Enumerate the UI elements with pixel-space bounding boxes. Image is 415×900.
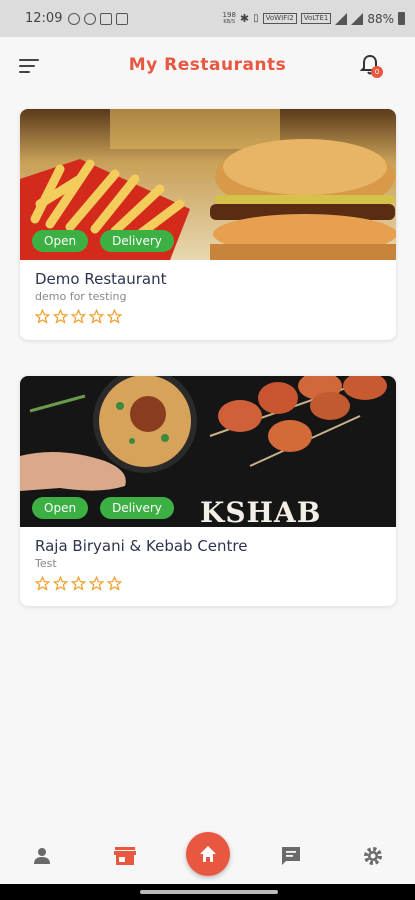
star-icon — [89, 576, 104, 591]
store-icon[interactable] — [113, 844, 137, 868]
star-icon — [53, 576, 68, 591]
notification-count-badge: 0 — [371, 66, 383, 78]
phone-icon — [84, 12, 97, 25]
chat-icon[interactable] — [279, 844, 303, 868]
laptop-icon — [100, 12, 113, 25]
open-badge: Open — [32, 497, 89, 519]
battery-level: 88% — [367, 11, 394, 26]
restaurant-card[interactable]: Open Delivery Demo Restaurant demo for t… — [20, 109, 396, 340]
star-icon — [89, 309, 104, 324]
status-bar: 12:09 198 KB/S ✱ ▯ VoWIFI2 VoLTE1 88% — [0, 0, 415, 37]
signal-icon — [335, 12, 348, 25]
rating-stars — [35, 576, 381, 591]
restaurant-image: KSHAB Open Delivery — [20, 376, 396, 527]
restaurant-name: Raja Biryani & Kebab Centre — [35, 537, 248, 555]
restaurant-description: demo for testing — [35, 290, 127, 303]
restaurant-card[interactable]: KSHAB Open Delivery Raja Biryani & Kebab… — [20, 376, 396, 606]
restaurant-description: Test — [35, 557, 57, 570]
network-badge-1: VoWIFI2 — [262, 13, 297, 24]
notification-bell-icon[interactable]: 0 — [359, 54, 383, 78]
data-speed: 198 KB/S — [222, 10, 236, 25]
bottom-navigation — [0, 828, 415, 884]
star-icon — [71, 576, 86, 591]
status-system-icons: 198 KB/S ✱ ▯ VoWIFI2 VoLTE1 88% — [222, 10, 405, 26]
system-navigation-bar — [0, 884, 415, 900]
star-icon — [107, 309, 122, 324]
rating-stars — [35, 309, 381, 324]
home-icon — [200, 846, 216, 862]
star-icon — [35, 576, 50, 591]
restaurant-badges: Open Delivery — [32, 230, 174, 252]
network-badge-2: VoLTE1 — [300, 13, 332, 24]
status-time: 12:09 — [25, 11, 63, 26]
star-icon — [35, 309, 50, 324]
app-header: My Restaurants 0 — [0, 37, 415, 95]
status-notification-icons — [68, 12, 129, 25]
open-badge: Open — [32, 230, 89, 252]
restaurant-image-text: KSHAB — [200, 496, 322, 527]
star-icon — [53, 309, 68, 324]
bluetooth-icon: ✱ — [239, 12, 250, 25]
home-button[interactable] — [186, 832, 230, 876]
delivery-badge: Delivery — [100, 497, 174, 519]
delivery-badge: Delivery — [100, 230, 174, 252]
signal-icon-2 — [351, 12, 364, 25]
restaurant-image: Open Delivery — [20, 109, 396, 260]
star-icon — [71, 309, 86, 324]
profile-icon[interactable] — [30, 844, 54, 868]
whatsapp-icon — [68, 12, 81, 25]
gesture-handle[interactable] — [140, 890, 278, 894]
settings-icon[interactable] — [361, 844, 385, 868]
page-title: My Restaurants — [128, 55, 287, 75]
vibrate-icon: ▯ — [253, 13, 259, 24]
restaurant-name: Demo Restaurant — [35, 270, 167, 288]
image-icon — [116, 12, 129, 25]
restaurant-badges: Open Delivery — [32, 497, 174, 519]
battery-icon — [398, 12, 405, 25]
star-icon — [107, 576, 122, 591]
